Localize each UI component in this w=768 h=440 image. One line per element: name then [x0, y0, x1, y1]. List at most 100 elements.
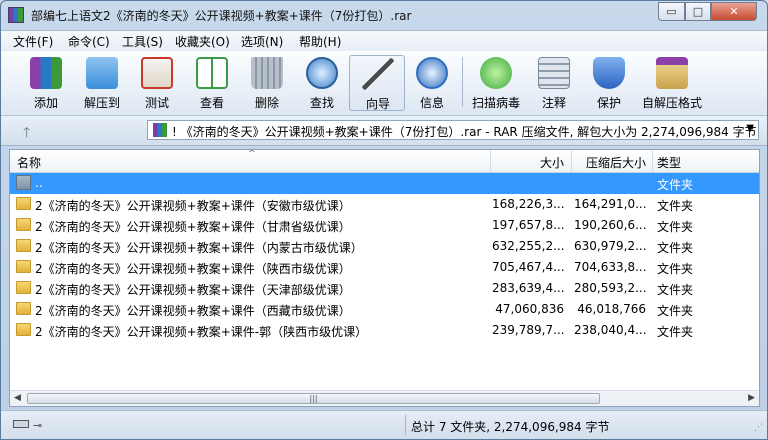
column-divider[interactable]	[652, 150, 653, 172]
status-text: 总计 7 文件夹, 2,274,096,984 字节	[411, 420, 610, 434]
column-type[interactable]: 类型	[657, 154, 681, 171]
view-book-icon	[196, 57, 228, 89]
row-type: 文件夹	[657, 325, 694, 339]
scrollbar-grip: |||	[309, 394, 318, 403]
sfx-label: 自解压格式	[641, 96, 702, 110]
row-type: 文件夹	[657, 241, 694, 255]
menu-tools[interactable]: 工具(S)	[122, 33, 163, 50]
folder-icon	[16, 302, 31, 315]
info-label: 信息	[419, 96, 444, 110]
table-row[interactable]: 2《济南的冬天》公开课视频+教案+课件（陕西市级优课） 705,467,4...…	[10, 257, 759, 278]
scroll-right-icon[interactable]: ▶	[748, 393, 755, 403]
row-name: 2《济南的冬天》公开课视频+教案+课件（安徽市级优课）	[35, 199, 351, 213]
folder-icon	[16, 323, 31, 336]
row-name: ..	[35, 176, 43, 190]
folder-icon	[16, 197, 31, 210]
row-size: 197,657,8...	[492, 218, 565, 232]
menu-favorites[interactable]: 收藏夹(O)	[175, 33, 230, 50]
scrollbar-thumb[interactable]: |||	[27, 393, 600, 404]
row-name: 2《济南的冬天》公开课视频+教案+课件（西藏市级优课）	[35, 304, 351, 318]
column-size[interactable]: 大小	[492, 154, 564, 171]
column-divider[interactable]	[490, 150, 491, 172]
file-list[interactable]: ^ 名称 大小 压缩后大小 类型 .. 文件夹 2《济南的冬天》公开课视频+教案…	[9, 149, 760, 407]
table-row[interactable]: 2《济南的冬天》公开课视频+教案+课件（西藏市级优课） 47,060,836 4…	[10, 299, 759, 320]
resize-grip-icon[interactable]: ⋰	[754, 423, 763, 433]
info-button[interactable]: 信息	[404, 55, 460, 111]
table-row[interactable]: 2《济南的冬天》公开课视频+教案+课件（内蒙古市级优课） 632,255,2..…	[10, 236, 759, 257]
archive-icon	[153, 123, 167, 137]
virus-scan-button[interactable]: 扫描病毒	[468, 55, 524, 111]
scroll-left-icon[interactable]: ◀	[14, 393, 21, 403]
menu-bar: 文件(F) 命令(C) 工具(S) 收藏夹(O) 选项(N) 帮助(H)	[1, 30, 767, 51]
column-name[interactable]: 名称	[17, 154, 41, 171]
maximize-button[interactable]: □	[685, 2, 711, 21]
column-packed[interactable]: 压缩后大小	[574, 154, 646, 171]
folder-icon	[16, 281, 31, 294]
wizard-wand-icon	[362, 58, 394, 90]
info-icon	[416, 57, 448, 89]
minimize-button[interactable]: ▭	[658, 2, 685, 21]
drive-icon[interactable]	[13, 420, 29, 428]
row-name: 2《济南的冬天》公开课视频+教案+课件（天津部级优课）	[35, 283, 351, 297]
horizontal-scrollbar[interactable]: ◀ ||| ▶	[10, 390, 759, 406]
row-type: 文件夹	[657, 220, 694, 234]
status-divider	[405, 415, 406, 435]
menu-file[interactable]: 文件(F)	[13, 33, 53, 50]
toolbar: 添加 解压到 测试 查看 删除 查找 向导 信息 扫描病毒 注释 保护 自解压格…	[1, 51, 767, 116]
extract-folder-icon	[86, 57, 118, 89]
row-type: 文件夹	[657, 283, 694, 297]
close-button[interactable]: ✕	[711, 2, 757, 21]
path-combobox[interactable]: ! 《济南的冬天》公开课视频+教案+课件（7份打包）.rar - RAR 压缩文…	[147, 120, 759, 140]
folder-icon	[16, 218, 31, 231]
row-type: 文件夹	[657, 304, 694, 318]
row-packed: 238,040,4...	[574, 323, 647, 337]
table-row[interactable]: 2《济南的冬天》公开课视频+教案+课件（安徽市级优课） 168,226,3...…	[10, 194, 759, 215]
search-magnifier-icon	[306, 57, 338, 89]
list-header: ^ 名称 大小 压缩后大小 类型	[10, 150, 759, 173]
row-size: 239,789,7...	[492, 323, 565, 337]
winrar-window: 部编七上语文2《济南的冬天》公开课视频+教案+课件（7份打包）.rar ▭ □ …	[0, 0, 768, 440]
test-clipboard-icon	[141, 57, 173, 89]
protect-button[interactable]: 保护	[581, 55, 637, 111]
status-bar: ⊸ 总计 7 文件夹, 2,274,096,984 字节 ⋰	[1, 410, 767, 439]
sfx-button[interactable]: 自解压格式	[642, 55, 702, 111]
table-row[interactable]: 2《济南的冬天》公开课视频+教案+课件（甘肃省级优课） 197,657,8...…	[10, 215, 759, 236]
sfx-box-icon	[656, 57, 688, 89]
row-size: 47,060,836	[495, 302, 564, 316]
row-packed: 704,633,8...	[574, 260, 647, 274]
row-type: 文件夹	[657, 262, 694, 276]
row-packed: 190,260,6...	[574, 218, 647, 232]
menu-help[interactable]: 帮助(H)	[299, 33, 341, 50]
protect-label: 保护	[596, 96, 621, 110]
table-row[interactable]: 2《济南的冬天》公开课视频+教案+课件（天津部级优课） 283,639,4...…	[10, 278, 759, 299]
row-size: 283,639,4...	[492, 281, 565, 295]
virus-scan-icon	[480, 57, 512, 89]
folder-icon	[16, 260, 31, 273]
column-divider[interactable]	[571, 150, 572, 172]
dropdown-arrow-icon[interactable]: ▼	[746, 123, 754, 134]
key-icon[interactable]: ⊸	[33, 419, 42, 432]
winrar-app-icon[interactable]	[8, 7, 24, 23]
window-title: 部编七上语文2《济南的冬天》公开课视频+教案+课件（7份打包）.rar	[31, 9, 412, 23]
row-name: 2《济南的冬天》公开课视频+教案+课件（内蒙古市级优课）	[35, 241, 363, 255]
table-row[interactable]: .. 文件夹	[10, 173, 759, 194]
row-type: 文件夹	[657, 199, 694, 213]
comment-icon	[538, 57, 570, 89]
row-name: 2《济南的冬天》公开课视频+教案+课件（陕西市级优课）	[35, 262, 351, 276]
row-packed: 280,593,2...	[574, 281, 647, 295]
row-type: 文件夹	[657, 178, 694, 192]
path-text: ! 《济南的冬天》公开课视频+教案+课件（7份打包）.rar - RAR 压缩文…	[172, 125, 757, 139]
row-size: 168,226,3...	[492, 197, 565, 211]
menu-command[interactable]: 命令(C)	[68, 33, 110, 50]
folder-icon	[16, 239, 31, 252]
row-name: 2《济南的冬天》公开课视频+教案+课件-郭（陕西市级优课）	[35, 325, 368, 339]
menu-options[interactable]: 选项(N)	[241, 33, 283, 50]
add-icon	[30, 57, 62, 89]
up-folder-icon	[16, 175, 31, 190]
up-arrow-icon[interactable]: 🡑	[23, 122, 30, 146]
table-row[interactable]: 2《济南的冬天》公开课视频+教案+课件-郭（陕西市级优课） 239,789,7.…	[10, 320, 759, 341]
title-bar: 部编七上语文2《济南的冬天》公开课视频+教案+课件（7份打包）.rar ▭ □ …	[1, 1, 767, 29]
row-packed: 630,979,2...	[574, 239, 647, 253]
address-bar: 🡑 ! 《济南的冬天》公开课视频+教案+课件（7份打包）.rar - RAR 压…	[1, 116, 767, 146]
trash-icon	[251, 57, 283, 89]
